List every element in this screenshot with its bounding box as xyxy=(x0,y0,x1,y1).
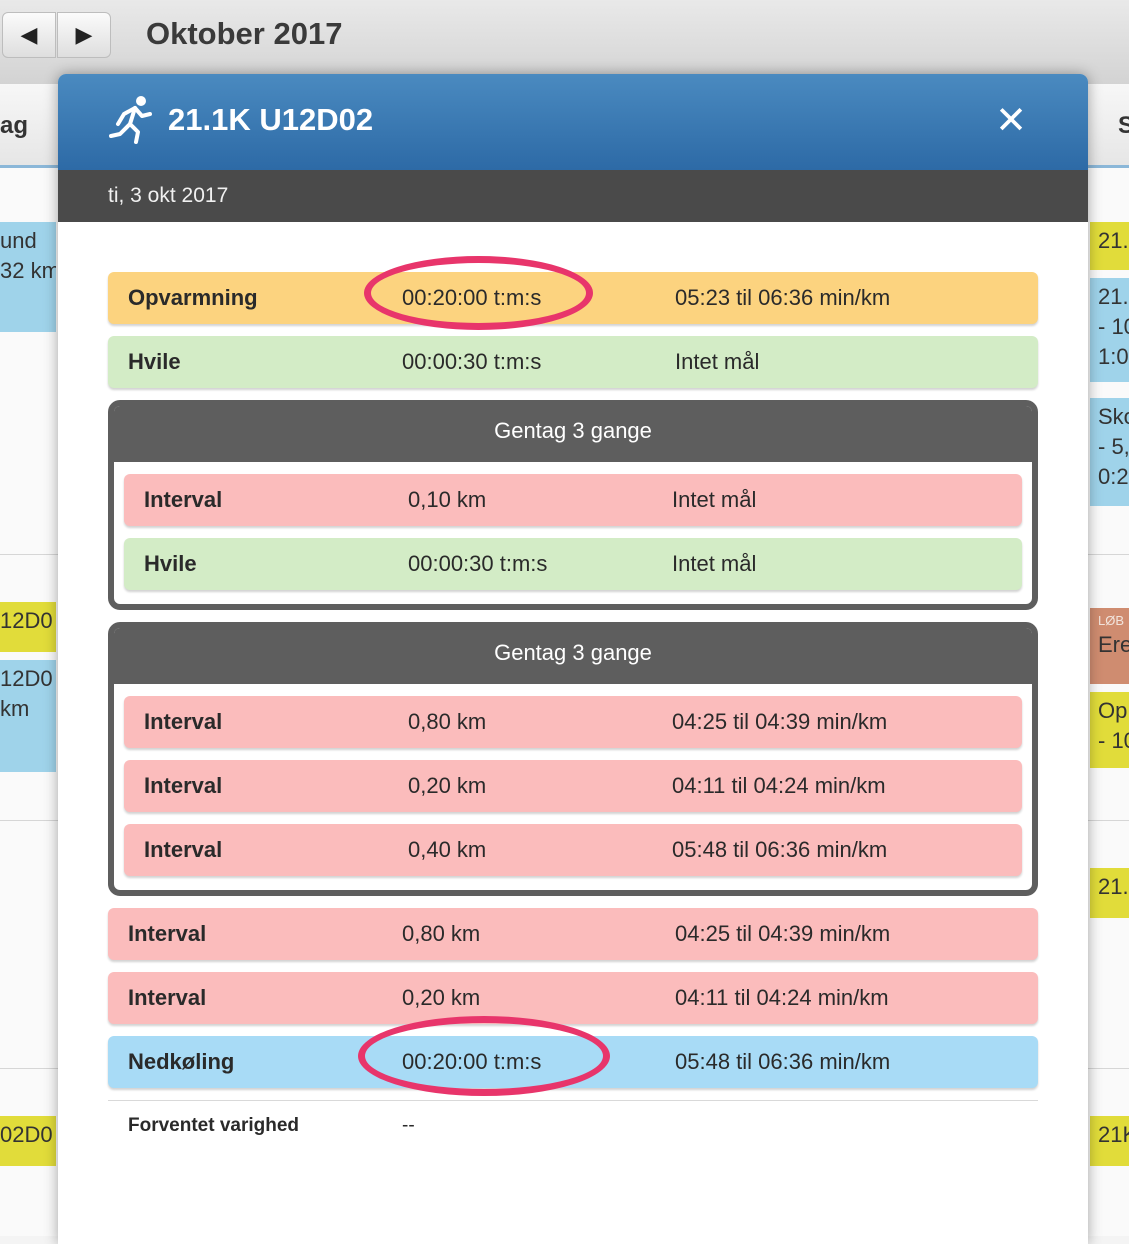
workout-step[interactable]: Interval 0,40 km 05:48 til 06:36 min/km xyxy=(124,824,1022,876)
calendar-event[interactable]: 21K xyxy=(1090,1116,1129,1166)
workout-modal: 21.1K U12D02 ✕ ti, 3 okt 2017 Opvarmning… xyxy=(58,74,1088,1244)
calendar-event[interactable]: 12D0 xyxy=(0,602,56,652)
step-target: 00:20:00 t:m:s xyxy=(402,285,542,310)
day-header-right: S xyxy=(1088,84,1129,168)
step-type: Nedkøling xyxy=(128,1049,235,1074)
calendar-event[interactable]: und 32 km xyxy=(0,222,56,332)
close-icon[interactable]: ✕ xyxy=(994,102,1028,140)
workout-step[interactable]: Interval 0,80 km 04:25 til 04:39 min/km xyxy=(108,908,1038,960)
workout-step[interactable]: Opvarmning 00:20:00 t:m:s 05:23 til 06:36 … xyxy=(108,272,1038,324)
calendar-event[interactable]: 21.- 101:0 xyxy=(1090,278,1129,382)
calendar-column-left: und 32 km 12D0 12D0 km 02D0 xyxy=(0,168,58,1236)
repeat-block: Gentag 3 gange Interval 0,10 km Intet mål Hv… xyxy=(108,400,1038,610)
step-goal: 04:11 til 04:24 min/km xyxy=(675,985,889,1010)
step-target: 0,20 km xyxy=(408,773,487,798)
repeat-label: Gentag 3 gange xyxy=(114,628,1032,684)
calendar-column-right: 21. 21.- 101:0 Sko- 5,0:2 LØBEre Op- 10 … xyxy=(1088,168,1129,1236)
step-type: Interval xyxy=(144,487,223,512)
triangle-right-icon: ▶ xyxy=(75,22,93,47)
prev-month-button[interactable]: ◀ xyxy=(2,12,56,58)
next-month-button[interactable]: ▶ xyxy=(57,12,111,58)
step-type: Hvile xyxy=(128,349,181,374)
repeat-block: Gentag 3 gange Interval 0,80 km 04:25 til 0… xyxy=(108,622,1038,896)
expected-duration-row: Forventet varighed -- xyxy=(108,1101,1038,1151)
step-target: 00:00:30 t:m:s xyxy=(402,349,542,374)
step-goal: 05:48 til 06:36 min/km xyxy=(675,1049,891,1074)
calendar-event[interactable]: LØB Ere xyxy=(1090,608,1129,684)
step-type: Interval xyxy=(144,837,223,862)
workout-step[interactable]: Nedkøling 00:20:00 t:m:s 05:48 til 06:36 m… xyxy=(108,1036,1038,1088)
step-type: Interval xyxy=(128,985,207,1010)
workout-step[interactable]: Interval 0,80 km 04:25 til 04:39 min/km xyxy=(124,696,1022,748)
triangle-left-icon: ◀ xyxy=(20,22,38,47)
calendar-event[interactable]: Op- 10 xyxy=(1090,692,1129,768)
workout-step[interactable]: Hvile 00:00:30 t:m:s Intet mål xyxy=(124,538,1022,590)
step-target: 00:00:30 t:m:s xyxy=(408,551,548,576)
calendar-event[interactable]: 02D0 xyxy=(0,1116,56,1166)
step-goal: 05:23 til 06:36 min/km xyxy=(675,285,891,310)
step-goal: Intet mål xyxy=(672,551,757,576)
workout-step[interactable]: Interval 0,10 km Intet mål xyxy=(124,474,1022,526)
modal-header: 21.1K U12D02 ✕ xyxy=(58,74,1088,170)
step-goal: 04:25 til 04:39 min/km xyxy=(672,709,888,734)
step-type: Hvile xyxy=(144,551,197,576)
step-target: 0,10 km xyxy=(408,487,487,512)
expected-duration-label: Forventet varighed xyxy=(128,1115,300,1136)
month-title: Oktober 2017 xyxy=(146,16,343,51)
repeat-label: Gentag 3 gange xyxy=(114,406,1032,462)
day-header-left: ag xyxy=(0,84,58,168)
runner-icon xyxy=(109,96,152,144)
calendar-event[interactable]: 21. xyxy=(1090,222,1129,270)
step-target: 0,20 km xyxy=(402,985,481,1010)
step-type: Interval xyxy=(144,709,223,734)
step-goal: 05:48 til 06:36 min/km xyxy=(672,837,888,862)
step-type: Interval xyxy=(144,773,223,798)
step-target: 0,40 km xyxy=(408,837,487,862)
workout-steps: Opvarmning 00:20:00 t:m:s 05:23 til 06:36 … xyxy=(58,222,1088,1151)
step-goal: Intet mål xyxy=(675,349,760,374)
calendar-toolbar: ◀ ▶ Oktober 2017 xyxy=(0,0,1129,85)
workout-step[interactable]: Interval 0,20 km 04:11 til 04:24 min/km xyxy=(124,760,1022,812)
step-target: 00:20:00 t:m:s xyxy=(402,1049,542,1074)
step-type: Opvarmning xyxy=(128,285,258,310)
calendar-event[interactable]: 21. xyxy=(1090,868,1129,918)
expected-duration-value: -- xyxy=(402,1115,415,1136)
workout-step[interactable]: Hvile 00:00:30 t:m:s Intet mål xyxy=(108,336,1038,388)
calendar-event[interactable]: Sko- 5,0:2 xyxy=(1090,398,1129,506)
workout-date: ti, 3 okt 2017 xyxy=(58,170,1088,222)
workout-step[interactable]: Interval 0,20 km 04:11 til 04:24 min/km xyxy=(108,972,1038,1024)
step-goal: 04:11 til 04:24 min/km xyxy=(672,773,886,798)
step-type: Interval xyxy=(128,921,207,946)
step-goal: 04:25 til 04:39 min/km xyxy=(675,921,891,946)
calendar-event[interactable]: 12D0 km xyxy=(0,660,56,772)
step-goal: Intet mål xyxy=(672,487,757,512)
modal-title: 21.1K U12D02 xyxy=(168,102,374,137)
step-target: 0,80 km xyxy=(402,921,481,946)
step-target: 0,80 km xyxy=(408,709,487,734)
